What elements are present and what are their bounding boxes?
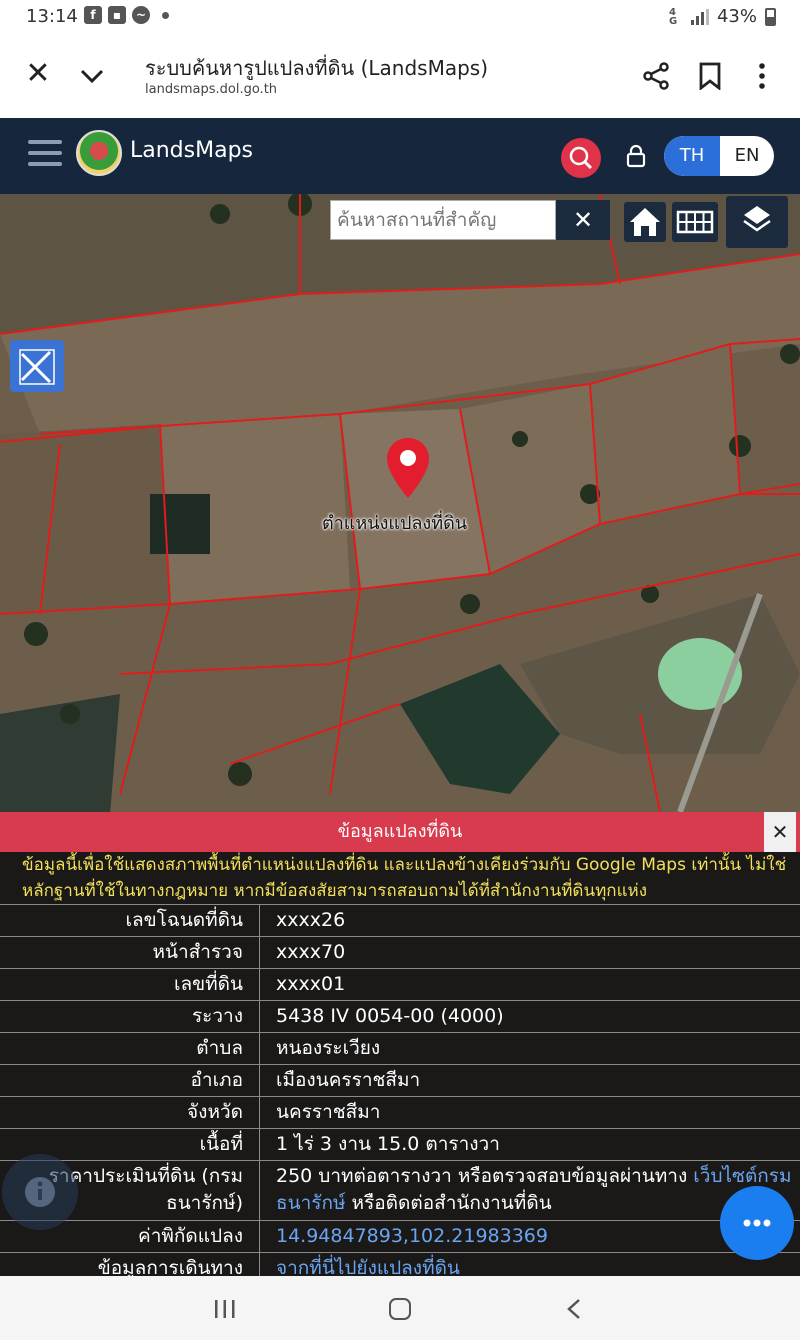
browser-toolbar: ✕ ระบบค้นหารูปแปลงที่ดิน (LandsMaps) lan…	[0, 34, 800, 118]
table-row: ตำบล หนองระเวียง	[0, 1032, 800, 1064]
row-key: อำเภอ	[0, 1065, 260, 1096]
row-value: xxxx01	[276, 973, 346, 995]
row-value: เมืองนครราชสีมา	[276, 1069, 421, 1091]
more-notifications-icon	[162, 11, 169, 19]
menu-icon[interactable]	[28, 140, 62, 168]
parcel-info-title: ข้อมูลแปลงที่ดิน	[337, 821, 463, 842]
lang-th-button[interactable]: TH	[664, 136, 720, 176]
page-title: ระบบค้นหารูปแปลงที่ดิน (LandsMaps)	[145, 56, 489, 80]
grid-icon	[676, 210, 714, 234]
table-row: ราคาประเมินที่ดิน (กรมธนารักษ์) 250 บาทต…	[0, 1160, 800, 1220]
table-row: เนื้อที่ 1 ไร่ 3 งาน 15.0 ตารางวา	[0, 1128, 800, 1160]
row-key: เลขโฉนดที่ดิน	[0, 905, 260, 936]
messenger-icon: ~	[132, 6, 150, 24]
bookmark-icon[interactable]	[698, 62, 722, 90]
lock-icon[interactable]	[626, 144, 646, 168]
home-icon	[630, 208, 660, 236]
ruler-pencil-icon	[19, 349, 55, 385]
row-value: xxxx70	[276, 941, 346, 963]
row-value: xxxx26	[276, 909, 346, 931]
layers-button[interactable]	[726, 196, 788, 248]
chat-button[interactable]	[720, 1186, 794, 1260]
facebook-icon: f	[84, 6, 102, 24]
location-pin-icon[interactable]	[384, 436, 432, 500]
brand-name: LandsMaps	[130, 138, 253, 163]
parcel-info-header: ข้อมูลแปลงที่ดิน ✕	[0, 812, 800, 852]
search-icon	[569, 146, 593, 170]
map-view[interactable]: ✕ ตำแหน่งแปลงที่ดิน ข้อ	[0, 194, 800, 1276]
status-right: 4G 43%	[669, 6, 776, 27]
table-row: เลขโฉนดที่ดิน xxxx26	[0, 904, 800, 936]
table-row: จังหวัด นครราชสีมา	[0, 1096, 800, 1128]
parcel-info-table: เลขโฉนดที่ดิน xxxx26 หน้าสำรวจ xxxx70 เลขท…	[0, 904, 800, 1276]
table-row: ระวาง 5438 IV 0054-00 (4000)	[0, 1000, 800, 1032]
dol-logo	[76, 130, 122, 176]
directions-link[interactable]: จากที่นี่ไปยังแปลงที่ดิน	[260, 1253, 800, 1276]
system-nav-bar	[0, 1276, 800, 1340]
page-url[interactable]: landsmaps.dol.go.th	[145, 82, 277, 97]
coords-link[interactable]: 14.94847893,102.21983369	[260, 1221, 800, 1252]
layers-icon	[743, 206, 771, 232]
row-value: นครราชสีมา	[276, 1101, 381, 1123]
table-row: ค่าพิกัดแปลง 14.94847893,102.21983369	[0, 1220, 800, 1252]
table-row: อำเภอ เมืองนครราชสีมา	[0, 1064, 800, 1096]
measure-tool-button[interactable]	[10, 340, 64, 392]
table-row: ข้อมูลการเดินทาง จากที่นี่ไปยังแปลงที่ดิน	[0, 1252, 800, 1276]
row-key: เลขที่ดิน	[0, 969, 260, 1000]
status-time: 13:14	[26, 6, 78, 27]
row-value: หนองระเวียง	[276, 1037, 381, 1059]
table-row: เลขที่ดิน xxxx01	[0, 968, 800, 1000]
place-search-input[interactable]	[330, 200, 556, 240]
recent-apps-icon[interactable]	[214, 1300, 236, 1318]
chevron-down-icon[interactable]	[78, 62, 106, 90]
row-value: 1 ไร่ 3 งาน 15.0 ตารางวา	[276, 1133, 500, 1155]
table-row: หน้าสำรวจ xxxx70	[0, 936, 800, 968]
app-header: LandsMaps TH EN	[0, 118, 800, 194]
status-bar: 13:14 f ▪ ~ 4G 43%	[0, 0, 800, 34]
language-toggle: TH EN	[664, 136, 774, 176]
gallery-icon: ▪	[108, 6, 126, 24]
search-button[interactable]	[561, 138, 601, 178]
home-button[interactable]	[624, 202, 666, 242]
price-value: 250 บาทต่อตารางวา หรือตรวจสอบข้อมูลผ่านท…	[260, 1161, 800, 1220]
price-suffix: หรือติดต่อสำนักงานที่ดิน	[345, 1192, 552, 1214]
grid-toggle-button[interactable]	[672, 202, 718, 242]
directions-key: ข้อมูลการเดินทาง	[0, 1253, 260, 1276]
info-button[interactable]	[2, 1154, 78, 1230]
share-icon[interactable]	[642, 62, 670, 90]
signal-icon	[690, 8, 709, 25]
battery-icon	[765, 7, 776, 26]
row-key: ระวาง	[0, 1001, 260, 1032]
notification-icons: f ▪ ~	[84, 6, 169, 24]
network-type: 4G	[668, 6, 678, 27]
more-vert-icon[interactable]	[752, 62, 772, 90]
row-value: 5438 IV 0054-00 (4000)	[276, 1005, 504, 1027]
lang-en-button[interactable]: EN	[720, 136, 774, 176]
price-text: 250 บาทต่อตารางวา หรือตรวจสอบข้อมูลผ่านท…	[276, 1165, 694, 1187]
clear-search-button[interactable]: ✕	[556, 200, 610, 240]
parcel-info-panel: ข้อมูลนี้เพื่อใช้แสดงสภาพพื้นที่ตำแหน่งแ…	[0, 852, 800, 1276]
disclaimer-text: ข้อมูลนี้เพื่อใช้แสดงสภาพพื้นที่ตำแหน่งแ…	[22, 855, 787, 901]
back-icon[interactable]	[566, 1298, 582, 1320]
info-icon	[25, 1177, 55, 1207]
close-tab-button[interactable]: ✕	[24, 59, 52, 89]
more-horiz-icon	[743, 1219, 771, 1227]
row-key: ตำบล	[0, 1033, 260, 1064]
pin-label: ตำแหน่งแปลงที่ดิน	[322, 513, 468, 534]
battery-percent: 43%	[716, 6, 757, 27]
close-panel-button[interactable]: ✕	[764, 812, 796, 852]
home-nav-icon[interactable]	[389, 1298, 411, 1320]
row-key: จังหวัด	[0, 1097, 260, 1128]
row-key: หน้าสำรวจ	[0, 937, 260, 968]
